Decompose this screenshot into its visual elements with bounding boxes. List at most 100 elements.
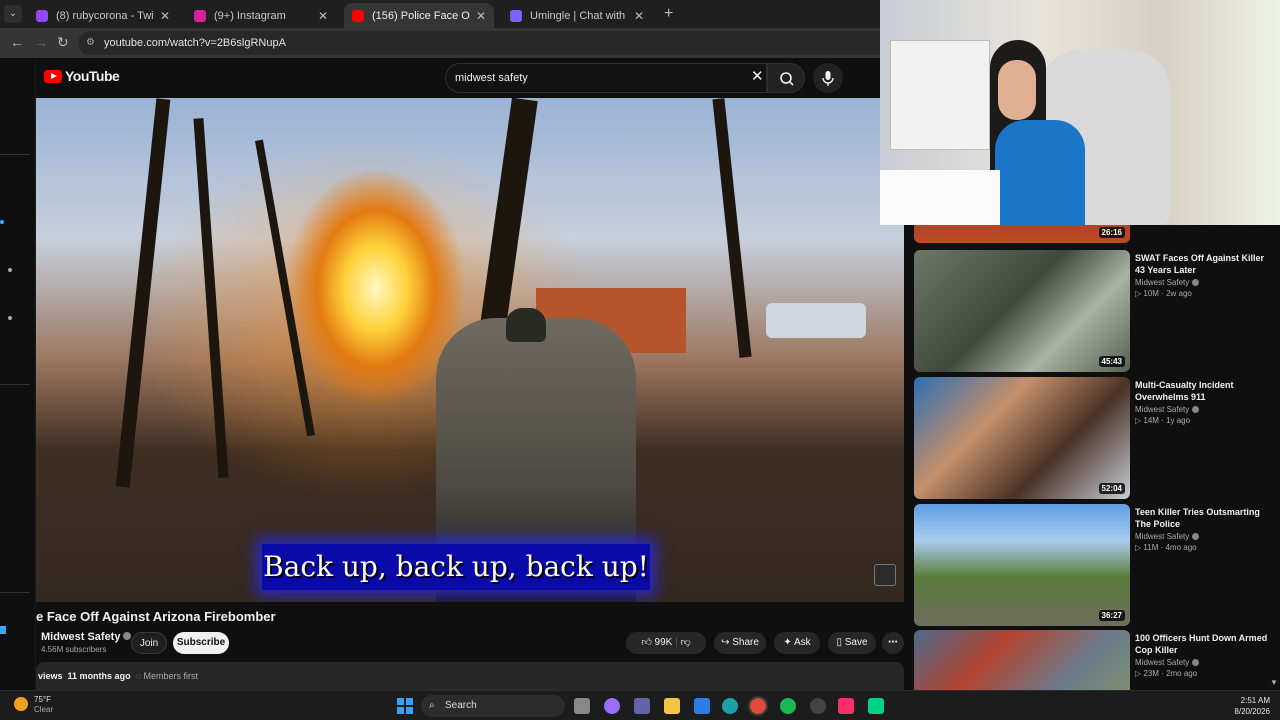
verified-icon: [1192, 659, 1200, 666]
voice-search-button[interactable]: [813, 63, 843, 93]
weather-widget[interactable]: 75°F Clear: [34, 695, 53, 715]
recommended-video[interactable]: 45:43 SWAT Faces Off Against Killer 43 Y…: [914, 250, 1276, 372]
obs-icon[interactable]: [810, 698, 826, 714]
verified-icon: [1192, 279, 1200, 286]
instagram-icon: [194, 9, 206, 22]
windows-taskbar: 75°F Clear ⌕ Search 2:51 AM 8/20/2026: [0, 690, 1280, 720]
recommended-title[interactable]: SWAT Faces Off Against Killer 43 Years L…: [1135, 252, 1275, 276]
store-icon[interactable]: [694, 698, 710, 714]
video-thumbnail[interactable]: 26:16: [914, 225, 1130, 243]
share-button[interactable]: ↪ Share: [714, 632, 766, 654]
umingle-icon: [510, 9, 522, 22]
youtube-icon: [352, 9, 364, 22]
chrome-icon[interactable]: [748, 696, 768, 716]
trending-icon: ▷: [1135, 543, 1142, 552]
address-bar[interactable]: ⚙ youtube.com/watch?v=2B6slgRNupA: [78, 31, 880, 55]
recommended-title[interactable]: Multi-Casualty Incident Overwhelms 911: [1135, 379, 1275, 403]
recommended-video[interactable]: 26:16: [914, 225, 1276, 243]
task-view-icon[interactable]: [574, 698, 590, 714]
bed: [880, 170, 1000, 225]
tree-trunk: [193, 118, 229, 478]
recommended-video[interactable]: 52:04 Multi-Casualty Incident Overwhelms…: [914, 377, 1276, 499]
more-actions-button[interactable]: ⋯: [882, 632, 904, 654]
channel-watermark-icon[interactable]: [874, 564, 896, 586]
back-arrow-icon[interactable]: ←: [10, 34, 24, 50]
plus-icon: +: [664, 5, 674, 22]
like-button[interactable]: 👍︎ 99K: [641, 637, 672, 648]
video-thumbnail[interactable]: 36:27: [914, 504, 1130, 626]
video-player[interactable]: Back up, back up, back up!: [36, 98, 904, 602]
person-face: [998, 60, 1036, 120]
recommended-video[interactable]: 36:27 Teen Killer Tries Outsmarting The …: [914, 504, 1276, 626]
youtube-logo[interactable]: YouTube: [44, 68, 120, 84]
recommended-title[interactable]: Teen Killer Tries Outsmarting The Police: [1135, 506, 1275, 530]
spotify-icon[interactable]: [780, 698, 796, 714]
browser-tab-youtube[interactable]: (156) Police Face Off Against A ✕: [344, 3, 494, 28]
youtube-play-icon: [44, 69, 62, 83]
teams-icon[interactable]: [634, 698, 650, 714]
sidebar-dot[interactable]: [8, 268, 12, 272]
officer-head: [506, 308, 546, 342]
site-info-icon[interactable]: ⚙: [86, 31, 95, 55]
thumbs-up-icon: 👍︎: [641, 637, 652, 648]
trending-icon: ▷: [1135, 289, 1142, 298]
members-icon: ◌: [135, 671, 141, 681]
search-button[interactable]: [767, 63, 805, 93]
sidebar-divider: [0, 154, 30, 155]
copilot-icon[interactable]: [604, 698, 620, 714]
tiktok-icon[interactable]: [838, 698, 854, 714]
subscribe-button[interactable]: Subscribe: [173, 632, 229, 654]
close-tab-icon[interactable]: ✕: [476, 9, 486, 23]
reload-icon[interactable]: ↻: [57, 34, 69, 51]
app-icon[interactable]: [868, 698, 884, 714]
twitch-icon: [36, 9, 48, 22]
system-clock[interactable]: 2:51 AM 8/20/2026: [1226, 695, 1270, 717]
recommended-title[interactable]: 100 Officers Hunt Down Armed Cop Killer: [1135, 632, 1275, 656]
tree-trunk: [255, 139, 315, 437]
upload-age: 11 months ago: [67, 671, 131, 681]
file-explorer-icon[interactable]: [664, 698, 680, 714]
video-thumbnail[interactable]: 45:43: [914, 250, 1130, 372]
windows-start-icon[interactable]: [397, 698, 413, 714]
dresser: [890, 40, 990, 150]
thumbs-down-icon[interactable]: 👎︎: [681, 637, 691, 648]
browser-tab-instagram[interactable]: (9+) Instagram ✕: [186, 3, 336, 28]
share-icon: ↪: [721, 637, 730, 648]
browser-toolbar: ← → ↻ ⚙ youtube.com/watch?v=2B6slgRNupA: [0, 28, 880, 58]
verified-icon: [123, 632, 132, 640]
sidebar-indicator[interactable]: [0, 220, 4, 224]
verified-icon: [1192, 406, 1200, 413]
youtube-sidebar: [0, 58, 36, 690]
clear-search-icon[interactable]: ✕: [751, 67, 764, 85]
browser-tab-umingle[interactable]: Umingle | Chat with Strangers I ✕: [502, 3, 652, 28]
taskbar-search[interactable]: ⌕ Search: [421, 695, 565, 717]
recommended-video[interactable]: 100 Officers Hunt Down Armed Cop Killer …: [914, 630, 1276, 690]
sidebar-divider: [0, 592, 30, 593]
search-icon: ⌕: [429, 700, 435, 711]
ask-button[interactable]: ✦ Ask: [774, 632, 820, 654]
sidebar-subscription-avatar[interactable]: [0, 626, 6, 634]
video-thumbnail[interactable]: [914, 630, 1130, 690]
tab-search-chevron-icon[interactable]: ⌄: [4, 5, 22, 23]
edge-icon[interactable]: [722, 698, 738, 714]
close-tab-icon[interactable]: ✕: [318, 9, 328, 23]
search-input[interactable]: midwest safety: [445, 63, 767, 93]
weather-icon[interactable]: [14, 697, 28, 711]
join-button[interactable]: Join: [131, 632, 167, 654]
video-description-box[interactable]: views 11 months ago ◌ Members first: [36, 662, 904, 690]
scroll-down-arrow-icon[interactable]: ▼: [1270, 678, 1278, 687]
webcam-overlay: [880, 0, 1280, 225]
police-vehicle: [766, 303, 866, 338]
browser-tab-twitch[interactable]: (8) rubycorona - Twitch ✕: [28, 3, 178, 28]
save-button[interactable]: ▯ Save: [828, 632, 876, 654]
forward-arrow-icon[interactable]: →: [34, 34, 48, 50]
sidebar-dot[interactable]: [8, 316, 12, 320]
address-url: youtube.com/watch?v=2B6slgRNupA: [104, 37, 286, 49]
channel-name[interactable]: Midwest Safety: [41, 631, 132, 643]
trending-icon: ▷: [1135, 669, 1142, 678]
video-thumbnail[interactable]: 52:04: [914, 377, 1130, 499]
close-tab-icon[interactable]: ✕: [634, 9, 644, 23]
tree-trunk: [712, 98, 752, 358]
close-tab-icon[interactable]: ✕: [160, 9, 170, 23]
new-tab-button[interactable]: +: [664, 5, 673, 23]
